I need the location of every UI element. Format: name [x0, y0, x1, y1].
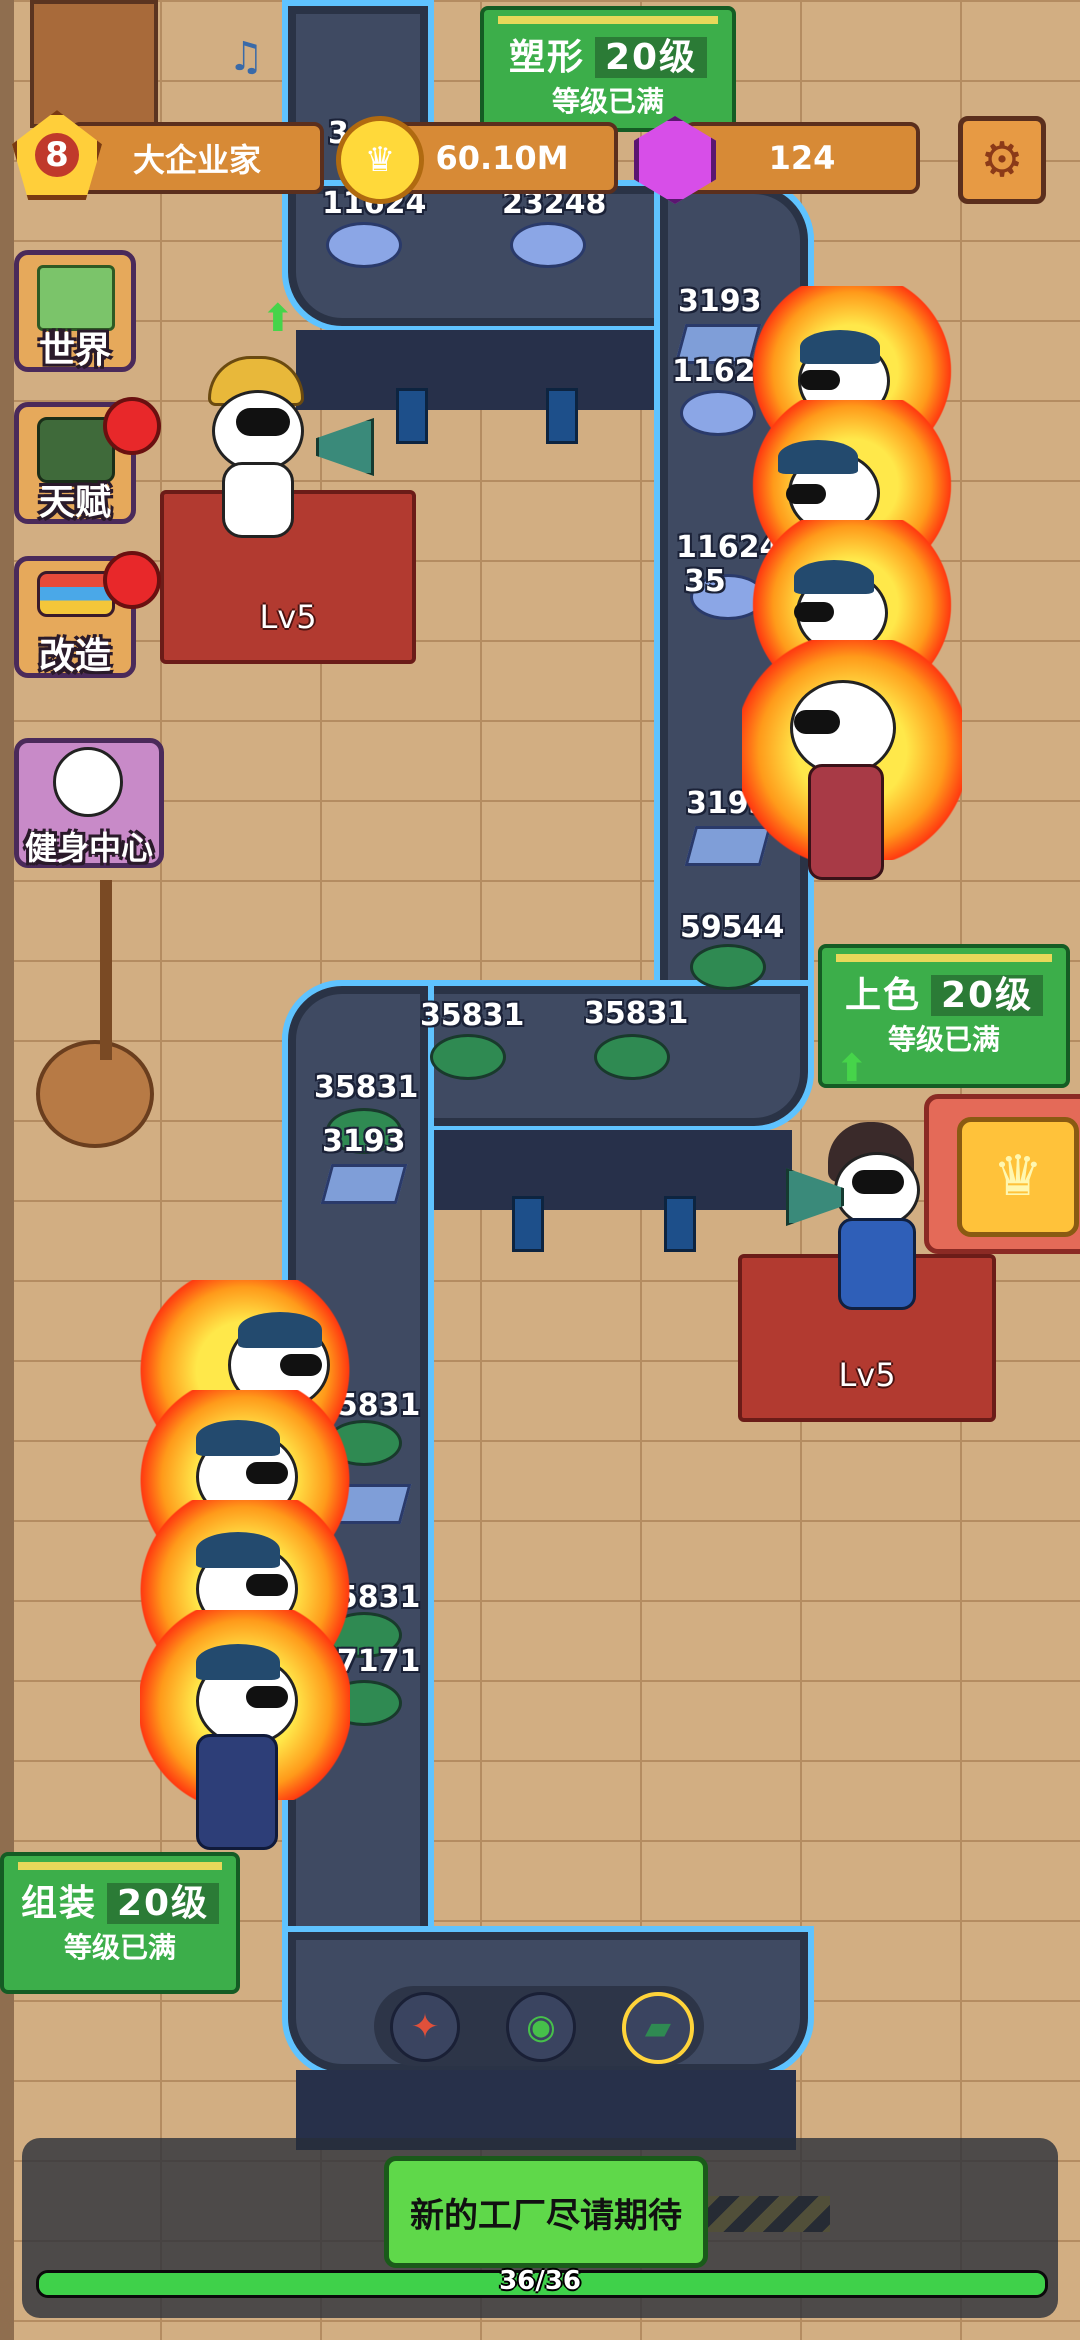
gym-icon: [53, 747, 123, 817]
menu-gym-button[interactable]: 健身中心: [14, 738, 164, 868]
station-level: 20级: [930, 975, 1044, 1016]
factory-floor: ♫ 11624 3 23248 3193 11624 11624 35 3193…: [0, 0, 1080, 2340]
coin-icon: ♛: [336, 116, 424, 204]
menu-world-button[interactable]: 世界: [14, 250, 136, 372]
product-slot-car[interactable]: ▰: [622, 1992, 694, 2064]
painted-figure-item: [690, 944, 766, 990]
worker-mask: [246, 1574, 288, 1596]
belt-post: [546, 388, 578, 444]
upgrade-hammer-icon[interactable]: ⬆: [262, 296, 302, 340]
worker-mask: [246, 1686, 288, 1708]
worker-mask: [794, 710, 840, 734]
decor-crate: [30, 0, 158, 128]
worker-mask: [794, 602, 834, 622]
station-name: 上色: [844, 975, 921, 1016]
plate-item: [320, 1164, 408, 1204]
progress-text: 36/36: [499, 2266, 581, 2296]
supervisor-level: Lv5: [259, 598, 317, 636]
worker-mask: [280, 1354, 322, 1376]
new-factory-button[interactable]: 新的工厂尽请期待: [384, 2156, 708, 2268]
sign-stripe: [498, 16, 718, 24]
player-level: 8: [35, 133, 79, 177]
worker-cap: [800, 330, 880, 364]
item-value: 35831: [584, 996, 689, 1031]
ore-item: [326, 222, 402, 268]
bunny-mask: [236, 408, 290, 436]
worker-cap: [196, 1532, 280, 1568]
decor-stand: [36, 1040, 154, 1148]
menu-label: 世界: [38, 330, 111, 371]
item-value: 35831: [420, 998, 525, 1033]
menu-talent-button[interactable]: 天赋: [14, 397, 161, 524]
worker-cap: [794, 560, 874, 594]
toy-car-icon: ▰: [644, 2008, 672, 2048]
station-level: 20级: [594, 37, 708, 78]
worker-cap: [196, 1420, 280, 1456]
product-selector: ✦ ◉ ▰: [374, 1986, 704, 2066]
worker-mask: [786, 484, 826, 504]
player-title-bar[interactable]: 大企业家: [70, 122, 324, 194]
turtle-icon: ◉: [526, 2007, 556, 2047]
painted-figure-item: [430, 1034, 506, 1080]
conveyor-belt-shadow-1: [296, 330, 656, 410]
station-name: 塑形: [508, 37, 585, 78]
item-value: 3193: [678, 284, 762, 319]
settings-button[interactable]: ⚙: [958, 116, 1046, 204]
sign-stripe: [18, 1862, 222, 1870]
gear-icon: ⚙: [980, 132, 1024, 188]
belt-post: [396, 388, 428, 444]
belt-post: [512, 1196, 544, 1252]
gem-counter[interactable]: 124: [684, 122, 920, 194]
music-note-icon: ♫: [228, 34, 264, 80]
worker-body: [808, 764, 884, 880]
upgrade-hammer-icon[interactable]: ⬆: [836, 1046, 876, 1090]
treasure-chest-button[interactable]: ♛: [924, 1094, 1080, 1254]
worker-cap: [196, 1644, 280, 1680]
station-title: 组装 20级: [4, 1874, 236, 1926]
station-level: 20级: [106, 1883, 220, 1924]
station-status: 等级已满: [551, 85, 664, 118]
worker-cap: [778, 440, 858, 474]
supervisor-bunny[interactable]: [820, 1122, 940, 1322]
station-name: 组装: [20, 1883, 97, 1924]
item-value: 35: [684, 564, 726, 599]
worker-cap: [238, 1312, 322, 1348]
alert-dot: [103, 397, 161, 455]
menu-label: 改造: [38, 636, 111, 677]
alert-dot: [103, 551, 161, 609]
item-value: 3193: [322, 1124, 406, 1159]
bunny-body: [838, 1218, 916, 1310]
station-sign-assembly[interactable]: 组装 20级 等级已满: [0, 1852, 240, 1994]
bunny-mask: [852, 1170, 904, 1194]
worker-mask: [800, 370, 840, 390]
worker-mask: [246, 1462, 288, 1484]
station-status: 等级已满: [63, 1931, 176, 1964]
ore-item: [680, 390, 756, 436]
chest-icon: ♛: [957, 1117, 1079, 1237]
station-title: 塑形 20级: [484, 28, 732, 80]
blaster-icon: ✦: [410, 2007, 440, 2047]
supervisor-level: Lv5: [838, 1356, 896, 1394]
belt-post: [664, 1196, 696, 1252]
conveyor-belt-shadow-2: [432, 1130, 792, 1210]
station-sign-molding[interactable]: 塑形 20级 等级已满: [480, 6, 736, 132]
product-slot-blaster[interactable]: ✦: [390, 1992, 460, 2062]
ore-item: [510, 222, 586, 268]
supervisor-bunny[interactable]: [196, 350, 336, 550]
menu-remodel-button[interactable]: 改造: [14, 551, 161, 678]
product-slot-turtle[interactable]: ◉: [506, 1992, 576, 2062]
menu-label: 健身中心: [24, 829, 153, 867]
station-title: 上色 20级: [822, 966, 1066, 1018]
item-value: 59544: [680, 910, 785, 945]
sign-stripe: [836, 954, 1052, 962]
menu-label: 天赋: [38, 482, 111, 523]
bunny-body: [222, 462, 294, 538]
painted-figure-item: [594, 1034, 670, 1080]
worker-body: [196, 1734, 278, 1850]
decor-stand-pole: [100, 880, 112, 1060]
item-value: 35831: [314, 1070, 419, 1105]
